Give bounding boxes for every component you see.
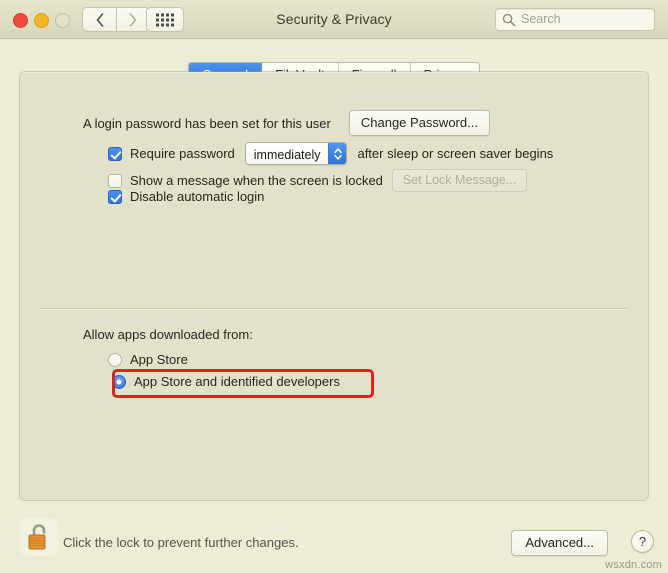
watermark-text: wsxdn.com bbox=[605, 559, 662, 571]
require-password-delay-value: immediately bbox=[245, 143, 329, 164]
login-password-row: A login password has been set for this u… bbox=[83, 110, 490, 136]
require-password-suffix-text: after sleep or screen saver begins bbox=[357, 146, 554, 161]
unlocked-padlock-icon bbox=[28, 524, 46, 550]
allow-option-app-store-row[interactable]: App Store bbox=[108, 352, 188, 367]
search-icon bbox=[502, 13, 516, 32]
radio-identified-developers-label: App Store and identified developers bbox=[134, 374, 340, 389]
require-password-row: Require password immediately after sleep… bbox=[108, 142, 553, 165]
security-privacy-window: Security & Privacy Search General FileVa… bbox=[0, 0, 668, 573]
tab-bar: General FileVault Firewall Privacy bbox=[0, 39, 668, 88]
chevron-updown-icon bbox=[328, 143, 347, 164]
disable-auto-login-label: Disable automatic login bbox=[130, 189, 265, 204]
section-divider bbox=[40, 308, 628, 309]
radio-app-store-identified-developers[interactable] bbox=[112, 374, 126, 389]
search-placeholder: Search bbox=[521, 12, 561, 26]
help-button[interactable]: ? bbox=[631, 530, 654, 553]
window-titlebar: Security & Privacy Search bbox=[0, 0, 668, 39]
radio-app-store-label: App Store bbox=[130, 352, 188, 367]
require-password-label: Require password bbox=[130, 146, 235, 161]
radio-app-store[interactable] bbox=[108, 352, 122, 367]
lock-button[interactable] bbox=[20, 518, 58, 556]
help-question-mark-icon: ? bbox=[638, 534, 647, 549]
set-lock-message-button[interactable]: Set Lock Message... bbox=[391, 169, 528, 192]
general-settings-panel: A login password has been set for this u… bbox=[20, 72, 648, 500]
allow-option-identified-developers-row[interactable]: App Store and identified developers bbox=[112, 374, 340, 389]
show-lock-message-label: Show a message when the screen is locked bbox=[130, 173, 383, 188]
allow-apps-label: Allow apps downloaded from: bbox=[83, 327, 253, 342]
lock-hint-text: Click the lock to prevent further change… bbox=[63, 535, 299, 550]
disable-auto-login-checkbox[interactable] bbox=[108, 189, 122, 204]
show-lock-message-checkbox[interactable] bbox=[108, 173, 122, 188]
login-password-status-text: A login password has been set for this u… bbox=[83, 115, 331, 131]
require-password-delay-select[interactable]: immediately bbox=[244, 142, 348, 165]
search-input[interactable]: Search bbox=[495, 8, 655, 31]
change-password-button[interactable]: Change Password... bbox=[348, 110, 490, 136]
disable-auto-login-row: Disable automatic login bbox=[108, 189, 264, 204]
advanced-button[interactable]: Advanced... bbox=[511, 530, 608, 556]
require-password-checkbox[interactable] bbox=[108, 146, 122, 161]
